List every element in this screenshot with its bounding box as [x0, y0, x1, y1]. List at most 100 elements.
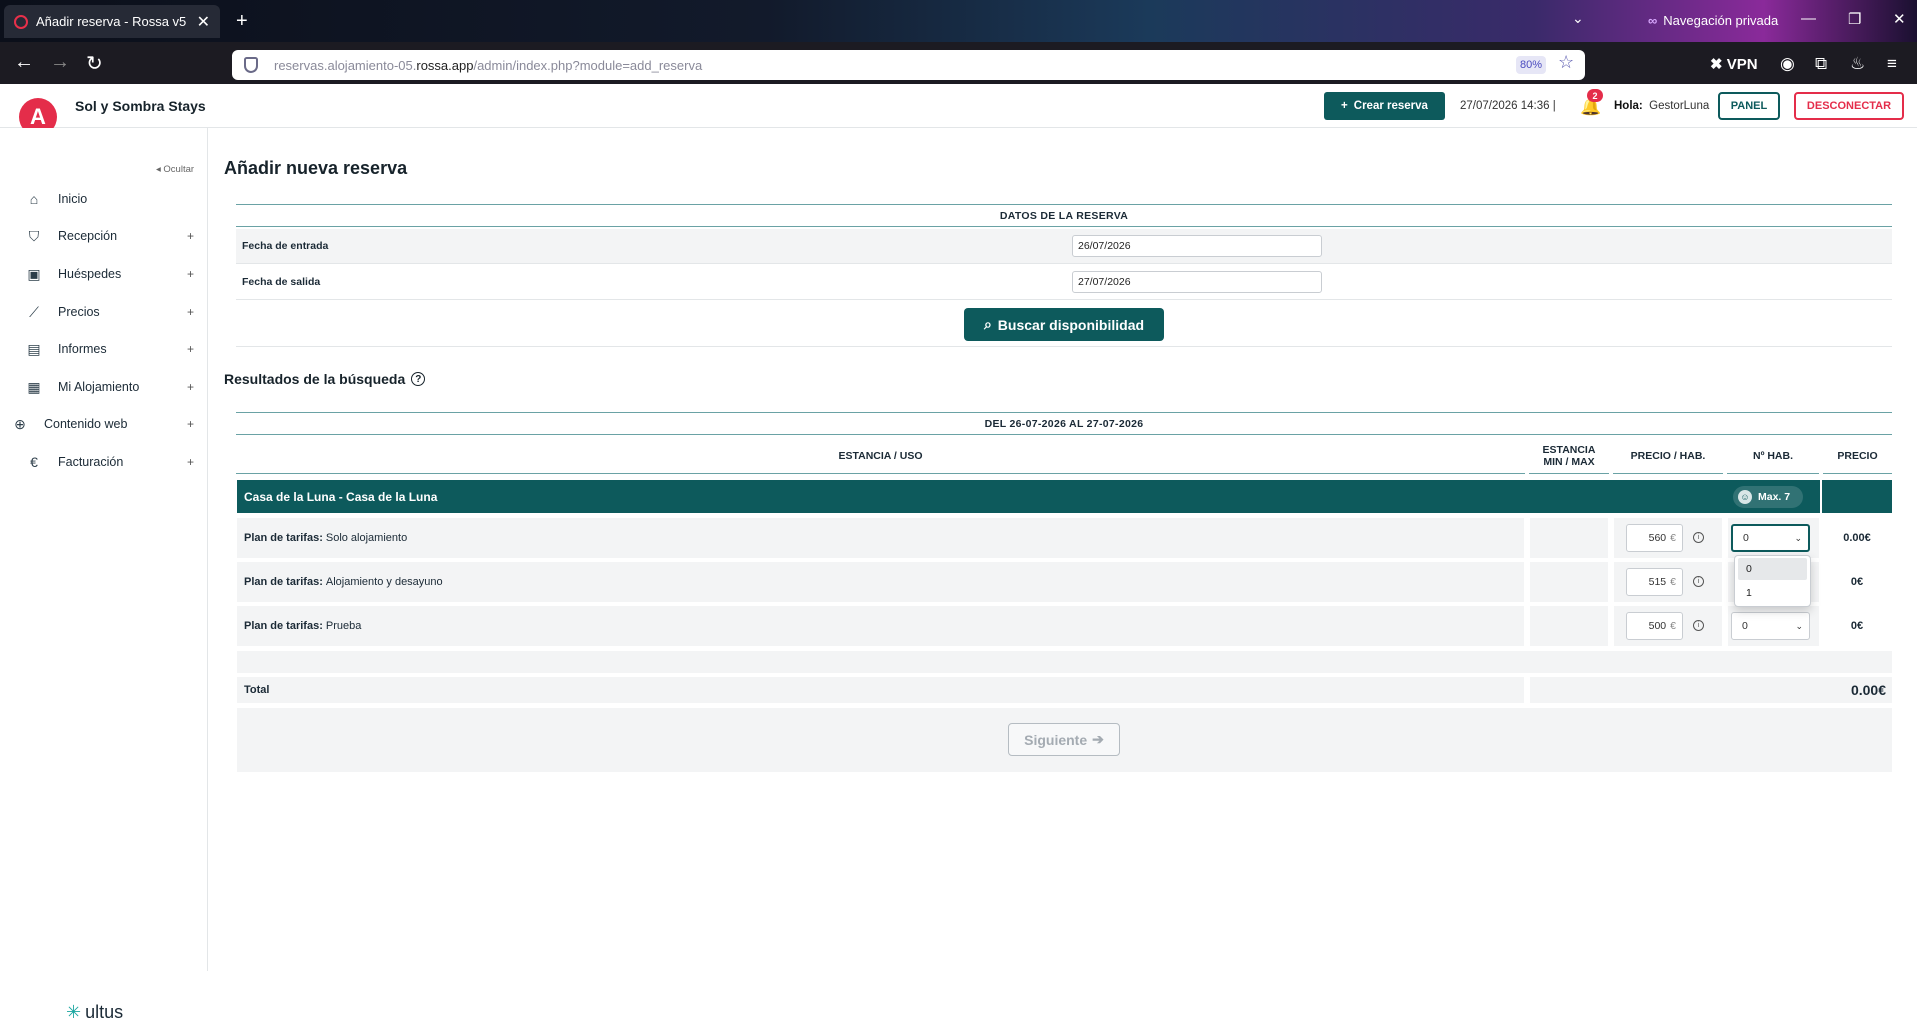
dropdown-option[interactable]: 0 [1738, 558, 1807, 580]
expand-icon: + [186, 455, 194, 469]
expand-icon: + [186, 305, 194, 319]
column-min-max-line1: ESTANCIA [1542, 443, 1596, 456]
sidebar-item-label: Informes [58, 342, 107, 356]
restore-icon[interactable]: ❐ [1848, 10, 1861, 28]
info-icon[interactable]: i [1693, 532, 1704, 543]
room-price-value: 560 [1648, 532, 1667, 544]
room-capacity-badge: ☺ Max. 7 [1733, 486, 1803, 508]
sidebar-item-inicio[interactable]: ⌂ Inicio [0, 184, 206, 214]
private-mask-icon: ∞ [1648, 13, 1658, 28]
sidebar-item-mi-alojamiento[interactable]: ▦ Mi Alojamiento + [0, 372, 206, 402]
page-title: Añadir nueva reserva [224, 158, 408, 178]
browser-tab[interactable]: Añadir reserva - Rossa v5 ✕ [4, 5, 220, 38]
total-value: 0.00€ [1530, 677, 1892, 703]
next-label: Siguiente [1024, 731, 1088, 748]
row-divider [236, 299, 1892, 300]
url-bar[interactable]: reservas.alojamiento-05. rossa.app/admin/… [232, 50, 1585, 80]
rooms-select[interactable]: 0 ⌄ [1731, 524, 1810, 552]
panel-button[interactable]: PANEL [1718, 92, 1780, 120]
ultus-logo-icon: ✳ [66, 1002, 82, 1022]
sidebar-item-huespedes[interactable]: ▣ Huéspedes + [0, 259, 206, 289]
url-prefix: reservas.alojamiento-05. [274, 57, 417, 73]
search-availability-button[interactable]: ⌕ Buscar disponibilidad [964, 308, 1164, 341]
forward-icon[interactable]: → [50, 51, 70, 74]
next-button[interactable]: Siguiente ➔ [1008, 723, 1120, 756]
checkin-date-input[interactable]: 26/07/2026 [1072, 235, 1322, 257]
dropdown-option[interactable]: 1 [1738, 582, 1807, 604]
room-price-cell [1822, 480, 1892, 513]
checkout-date-input[interactable]: 27/07/2026 [1072, 271, 1322, 293]
total-label: Total [237, 677, 1524, 703]
sidebar-item-informes[interactable]: ▤ Informes + [0, 334, 206, 364]
search-availability-label: Buscar disponibilidad [997, 316, 1145, 333]
column-price-room: PRECIO / HAB. [1613, 438, 1723, 474]
sidebar-item-recepcion[interactable]: ⛉ Recepción + [0, 221, 206, 251]
checkin-row: Fecha de entrada [236, 229, 1892, 263]
checkout-label: Fecha de salida [242, 276, 321, 288]
minimize-icon[interactable]: — [1801, 10, 1816, 27]
sidebar-item-label: Recepción [58, 229, 118, 243]
row-total-price: 0.00€ [1843, 532, 1871, 544]
chevron-down-icon: ⌄ [1795, 620, 1803, 631]
window-close-icon[interactable]: ✕ [1893, 10, 1906, 28]
results-title-label: Resultados de la búsqueda [224, 371, 406, 387]
back-icon[interactable]: ← [14, 51, 34, 74]
info-icon[interactable]: i [1693, 620, 1704, 631]
rate-plan-name: Alojamiento y desayuno [325, 576, 443, 588]
create-reservation-button[interactable]: + Crear reserva [1324, 92, 1445, 120]
chart-icon: ⟋ [29, 303, 39, 320]
room-price-input[interactable]: 500 € [1626, 612, 1683, 640]
currency-symbol: € [1670, 620, 1676, 632]
expand-icon: + [186, 380, 194, 394]
firefox-icon[interactable]: ♨ [1850, 54, 1865, 74]
min-max-cell [1530, 518, 1608, 558]
building-icon: ▦ [27, 378, 41, 395]
column-rooms: Nº HAB. [1727, 438, 1819, 474]
header-datetime: 27/07/2026 14:36 | [1460, 100, 1556, 112]
reload-icon[interactable]: ↻ [86, 51, 103, 76]
vpn-button[interactable]: ✖ VPN [1710, 55, 1758, 73]
column-min-max: ESTANCIA MIN / MAX [1529, 438, 1609, 474]
hide-sidebar-link[interactable]: ◂ Ocultar [156, 164, 194, 175]
zoom-indicator[interactable]: 80% [1516, 56, 1546, 74]
sidebar-item-facturacion[interactable]: € Facturación + [0, 447, 206, 477]
close-tab-icon[interactable]: ✕ [197, 12, 210, 32]
bookmark-star-icon[interactable]: ☆ [1558, 52, 1574, 73]
room-price-input[interactable]: 515 € [1626, 568, 1683, 596]
search-icon: ⌕ [983, 316, 992, 332]
table-spacer [237, 651, 1892, 673]
favicon-icon [14, 14, 28, 29]
sidebar-item-precios[interactable]: ⟋ Precios + [0, 297, 206, 327]
rooms-select-value: 0 [1742, 620, 1748, 632]
rate-plan-row: Plan de tarifas: Alojamiento y desayuno [237, 562, 1524, 602]
row-divider [236, 263, 1892, 264]
expand-icon: + [186, 342, 194, 356]
rooms-select[interactable]: 0 ⌄ [1731, 612, 1810, 640]
section-divider [236, 204, 1892, 205]
rate-plan-label: Plan de tarifas: [244, 620, 323, 632]
private-mode-indicator: ∞ Navegación privada [1648, 13, 1778, 28]
sidebar-item-contenido-web[interactable]: ⊕ Contenido web + [0, 409, 206, 439]
sidebar-item-label: Huéspedes [58, 267, 122, 281]
info-icon[interactable]: i [1693, 576, 1704, 587]
room-price-input[interactable]: 560 € [1626, 524, 1683, 552]
account-icon[interactable]: ◉ [1780, 54, 1795, 74]
menu-icon[interactable]: ≡ [1887, 54, 1897, 74]
booking-section-title: DATOS DE LA RESERVA [999, 210, 1129, 222]
new-tab-icon[interactable]: + [236, 10, 248, 33]
url-host: rossa.app [416, 57, 474, 73]
rooms-select-value: 0 [1743, 532, 1749, 544]
min-max-cell [1530, 562, 1608, 602]
help-icon[interactable]: ? [411, 372, 426, 386]
extensions-icon[interactable]: ⧉ [1815, 54, 1827, 74]
room-header-row: Casa de la Luna - Casa de la Luna [237, 480, 1820, 513]
hello-label: Hola: [1614, 100, 1643, 112]
expand-icon: + [186, 417, 194, 431]
sidebar [0, 128, 208, 971]
logout-button[interactable]: DESCONECTAR [1794, 92, 1904, 120]
min-max-cell [1530, 606, 1608, 646]
chevron-down-icon[interactable]: ⌄ [1572, 10, 1584, 27]
browser-tab-bar: Añadir reserva - Rossa v5 ✕ + ⌄ ∞ Navega… [0, 0, 1917, 42]
private-label: Navegación privada [1663, 13, 1779, 28]
arrow-right-circle-icon: ➔ [1092, 731, 1104, 747]
